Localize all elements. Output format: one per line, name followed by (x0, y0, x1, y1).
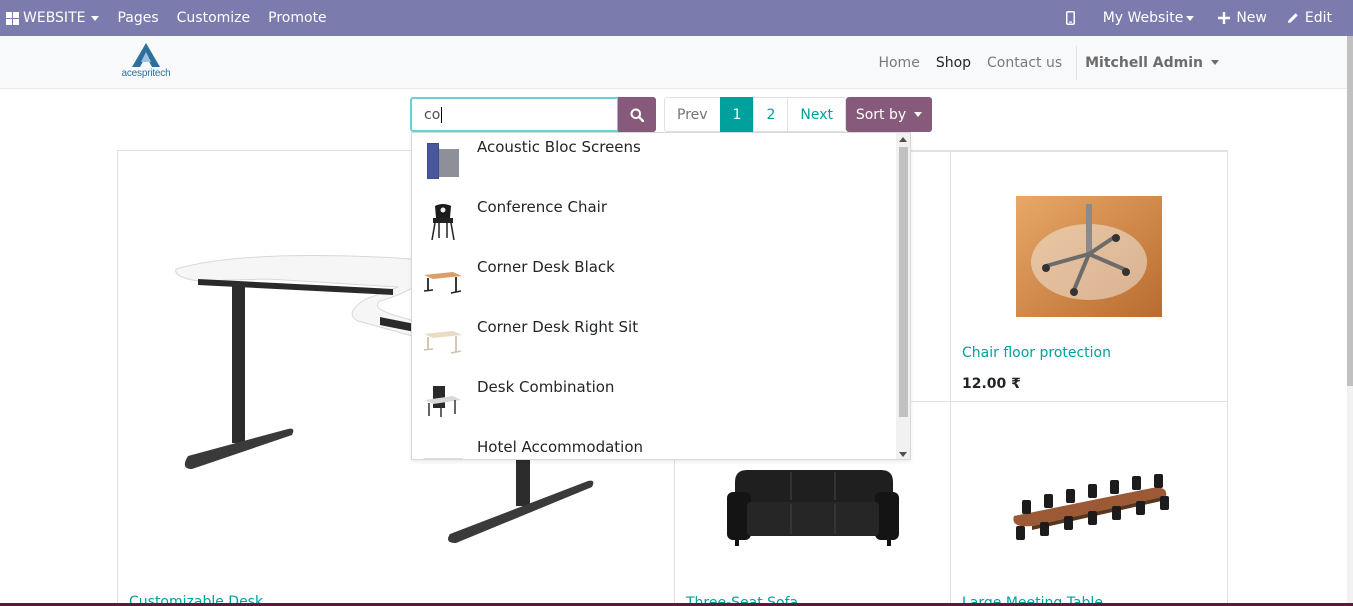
chair-thumbnail (423, 199, 463, 243)
edit-button[interactable]: Edit (1279, 0, 1353, 36)
corner-desk-right-sit-thumbnail (423, 319, 463, 363)
caret-down-icon (1186, 15, 1195, 21)
new-label: New (1236, 10, 1267, 26)
edit-label: Edit (1304, 10, 1332, 26)
website-menu-label: WEBSITE (23, 10, 86, 26)
corner-desk-black-thumbnail (423, 259, 463, 303)
autocomplete-item[interactable]: Hotel Accommodation (412, 431, 898, 459)
search-icon (630, 108, 644, 122)
autocomplete-item[interactable]: Corner Desk Black (412, 251, 898, 311)
scroll-down-icon[interactable] (899, 452, 907, 457)
apps-grid-icon (6, 11, 19, 25)
caret-down-icon (1211, 60, 1219, 65)
pager-prev[interactable]: Prev (664, 97, 721, 132)
search-autocomplete-dropdown: Acoustic Bloc Screens Conference Chair C… (411, 132, 911, 460)
broken-image-icon (423, 439, 463, 459)
autocomplete-item[interactable]: Desk Combination (412, 371, 898, 431)
user-name: Mitchell Admin (1085, 54, 1203, 71)
page-scrollbar[interactable] (1347, 36, 1353, 606)
search-input[interactable]: co (410, 97, 619, 132)
caret-down-icon (91, 15, 100, 21)
sort-by-dropdown[interactable]: Sort by (846, 97, 932, 132)
dropdown-scrollbar[interactable] (896, 133, 910, 459)
my-website-label: My Website (1102, 10, 1184, 26)
site-logo[interactable]: acespritech (116, 43, 176, 83)
product-card-chair-floor-protection[interactable]: Chair floor protection 12.00 ₹ (950, 151, 1228, 401)
user-menu[interactable]: Mitchell Admin (1077, 55, 1219, 71)
nav-contact-us[interactable]: Contact us (979, 55, 1070, 71)
website-menu-toggle[interactable]: WEBSITE (0, 0, 108, 36)
nav-home[interactable]: Home (870, 55, 927, 71)
product-name[interactable]: Chair floor protection (962, 345, 1111, 361)
website-admin-bar: WEBSITE Pages Customize Promote My Websi… (0, 0, 1353, 36)
pages-menu[interactable]: Pages (108, 0, 167, 36)
acoustic-screen-thumbnail (423, 139, 463, 183)
mobile-preview-button[interactable] (1050, 0, 1091, 36)
site-header: acespritech Home Shop Contact us Mitchel… (0, 36, 1353, 89)
mobile-icon (1065, 11, 1075, 25)
sort-by-label: Sort by (855, 106, 907, 123)
autocomplete-item-label: Hotel Accommodation (477, 438, 644, 456)
caret-down-icon (914, 112, 923, 117)
new-button[interactable]: New (1206, 0, 1279, 36)
autocomplete-item-label: Corner Desk Black (477, 258, 615, 276)
customize-menu[interactable]: Customize (168, 0, 260, 36)
text-cursor (441, 106, 443, 123)
pager-page-1[interactable]: 1 (719, 97, 755, 132)
autocomplete-item-label: Desk Combination (477, 378, 615, 396)
large-meeting-table-image (1013, 474, 1169, 540)
logo-mark-icon (132, 43, 160, 67)
autocomplete-item-label: Conference Chair (477, 198, 607, 216)
autocomplete-item[interactable]: Acoustic Bloc Screens (412, 133, 898, 191)
scroll-up-icon[interactable] (899, 137, 907, 142)
page-scrollbar-thumb[interactable] (1347, 36, 1353, 386)
chair-floor-protection-image (1016, 196, 1162, 317)
dropdown-scrollbar-thumb[interactable] (899, 147, 908, 417)
nav-shop[interactable]: Shop (928, 55, 979, 71)
pager-next[interactable]: Next (787, 97, 847, 132)
pager-page-2[interactable]: 2 (753, 97, 789, 132)
main-nav: Home Shop Contact us Mitchell Admin (870, 36, 1219, 89)
promote-menu[interactable]: Promote (259, 0, 336, 36)
search-button[interactable] (618, 97, 656, 132)
product-price: 12.00 ₹ (962, 376, 1021, 392)
pencil-icon (1287, 13, 1298, 23)
plus-icon (1218, 12, 1231, 24)
autocomplete-item-label: Acoustic Bloc Screens (477, 138, 641, 156)
autocomplete-item[interactable]: Conference Chair (412, 191, 898, 251)
desk-combination-thumbnail (423, 379, 463, 423)
three-seat-sofa-image (727, 470, 899, 546)
my-website-dropdown[interactable]: My Website (1091, 0, 1207, 36)
search-input-value: co (424, 106, 441, 123)
autocomplete-item[interactable]: Corner Desk Right Sit (412, 311, 898, 371)
product-card-large-meeting-table[interactable]: Large Meeting Table (950, 401, 1228, 606)
pager: Prev 1 2 Next (664, 97, 847, 132)
logo-text: acespritech (121, 68, 171, 79)
autocomplete-item-label: Corner Desk Right Sit (477, 318, 639, 336)
